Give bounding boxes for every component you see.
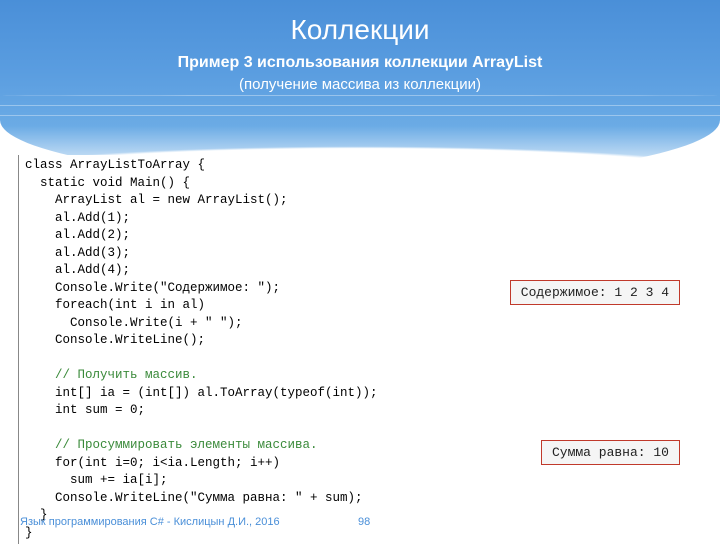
output-box-2: Сумма равна: 10: [541, 440, 680, 465]
code-line: Console.WriteLine("Сумма равна: " + sum)…: [25, 491, 363, 505]
page-number: 98: [358, 516, 370, 528]
code-line: ArrayList al = new ArrayList();: [25, 193, 288, 207]
code-block: class ArrayListToArray { static void Mai…: [18, 155, 488, 544]
code-line: class ArrayListToArray {: [25, 158, 205, 172]
code-line: al.Add(3);: [25, 246, 130, 260]
code-line: static void Main() {: [25, 176, 190, 190]
output-box-1: Содержимое: 1 2 3 4: [510, 280, 680, 305]
slide-title: Коллекции: [0, 14, 720, 46]
code-line: al.Add(1);: [25, 211, 130, 225]
code-line: Console.WriteLine();: [25, 333, 205, 347]
slide-subtitle-2: (получение массива из коллекции): [0, 76, 720, 93]
code-line: int[] ia = (int[]) al.ToArray(typeof(int…: [25, 386, 378, 400]
code-comment: // Просуммировать элементы массива.: [25, 438, 318, 452]
footer-text: Язык программирования C# - Кислицын Д.И.…: [20, 516, 280, 528]
code-line: for(int i=0; i<ia.Length; i++): [25, 456, 280, 470]
slide-subtitle-1: Пример 3 использования коллекции ArrayLi…: [0, 54, 720, 72]
code-line: foreach(int i in al): [25, 298, 205, 312]
code-line: int sum = 0;: [25, 403, 145, 417]
code-comment: // Получить массив.: [25, 368, 198, 382]
code-line: Console.Write(i + " ");: [25, 316, 243, 330]
code-line: al.Add(4);: [25, 263, 130, 277]
code-line: al.Add(2);: [25, 228, 130, 242]
code-line: sum += ia[i];: [25, 473, 168, 487]
code-line: Console.Write("Содержимое: ");: [25, 281, 280, 295]
